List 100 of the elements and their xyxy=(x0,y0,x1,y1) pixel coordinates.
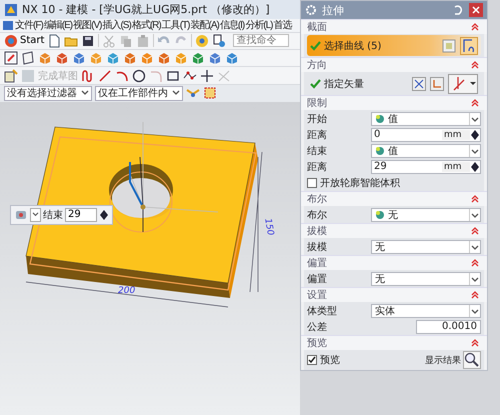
menu-item[interactable]: 装配(A) xyxy=(190,19,219,32)
field-label: 偏置 xyxy=(307,272,328,286)
solid-feature-icon[interactable] xyxy=(208,51,222,66)
dropdown[interactable]: 值 xyxy=(371,144,481,158)
section-header[interactable]: 布尔 xyxy=(301,191,487,206)
solid-feature-icon[interactable] xyxy=(72,51,86,66)
field-label: 体类型 xyxy=(307,304,338,318)
section-header[interactable]: 方向 xyxy=(301,57,487,72)
chevron-down-icon xyxy=(469,240,480,252)
settings-icon[interactable] xyxy=(305,4,317,16)
section-title: 拔模 xyxy=(307,224,327,238)
menu-item[interactable]: 工具(T) xyxy=(162,19,190,32)
chevron-down-icon xyxy=(81,90,89,96)
collapse-icon[interactable] xyxy=(471,61,479,69)
dropdown[interactable]: 实体 xyxy=(371,304,481,318)
section-title: 偏置 xyxy=(307,256,327,270)
menu-item[interactable]: 插入(S) xyxy=(102,19,131,32)
reset-icon[interactable] xyxy=(452,4,464,16)
chevron-down-icon xyxy=(469,272,480,284)
close-button[interactable] xyxy=(469,3,483,17)
section-header[interactable]: 偏置 xyxy=(301,255,487,270)
check-icon xyxy=(310,40,321,50)
solid-feature-icon[interactable] xyxy=(55,51,69,66)
vector-dropdown-icon[interactable] xyxy=(448,74,478,94)
dimension-label[interactable]: 150 xyxy=(262,218,275,236)
rectangle-icon[interactable] xyxy=(166,68,180,83)
option-icon xyxy=(375,114,385,124)
search-field[interactable]: 查找命令 xyxy=(233,34,290,48)
sketch-icon[interactable] xyxy=(4,68,18,83)
vector-icon[interactable] xyxy=(412,76,426,90)
menu-item[interactable]: 首选 xyxy=(274,19,292,32)
menu-item[interactable]: 编辑(E) xyxy=(44,19,72,32)
distance-field[interactable]: 0 mm xyxy=(371,128,481,142)
search-icon xyxy=(464,352,480,368)
curve-select-icon[interactable] xyxy=(460,36,478,54)
profile-icon[interactable] xyxy=(81,68,95,83)
section-header[interactable]: 限制 xyxy=(301,95,487,110)
spinner-icon[interactable] xyxy=(99,208,109,222)
reverse-direction-icon[interactable] xyxy=(430,76,444,90)
solid-feature-icon[interactable] xyxy=(225,51,239,66)
sketch-icon[interactable] xyxy=(4,51,18,66)
datum-plane-icon[interactable] xyxy=(21,51,35,66)
field-label: 拔模 xyxy=(307,240,328,254)
menu-item[interactable]: 视图(V) xyxy=(73,19,102,32)
check-icon xyxy=(310,78,321,88)
chevron-down-icon xyxy=(469,144,480,156)
collapse-icon[interactable] xyxy=(471,339,479,347)
menu-item[interactable]: 文件(F) xyxy=(15,19,43,32)
filter-dropdown[interactable]: 仅在工作部件内 xyxy=(95,86,183,101)
section-header[interactable]: 截面 xyxy=(301,19,487,34)
checkbox[interactable]: 开放轮廓智能体积 xyxy=(307,176,400,190)
section-title: 布尔 xyxy=(307,193,327,206)
collapse-icon[interactable] xyxy=(471,291,479,299)
section-header[interactable]: 拔模 xyxy=(301,223,487,238)
checkbox[interactable]: 预览 xyxy=(307,353,340,367)
option-icon xyxy=(375,210,385,220)
collapse-icon[interactable] xyxy=(471,99,479,107)
distance-field[interactable]: 29 mm xyxy=(371,160,481,174)
plus-icon[interactable] xyxy=(200,68,214,83)
dropdown-button[interactable] xyxy=(30,208,41,222)
start-button[interactable]: Start xyxy=(4,34,44,48)
collapse-icon[interactable] xyxy=(471,195,479,203)
show-result-button[interactable] xyxy=(463,351,481,369)
menu-item[interactable]: 信息(I) xyxy=(220,19,244,32)
selection-label: 选择曲线 (5) xyxy=(324,40,382,52)
section-header[interactable]: 设置 xyxy=(301,287,487,302)
section-header[interactable]: 预览 xyxy=(301,335,487,350)
dimension-label[interactable]: 200 xyxy=(118,286,136,296)
chevron-down-icon xyxy=(469,304,480,316)
selection-row[interactable]: 选择曲线 (5) xyxy=(307,35,481,56)
chevron-down-icon xyxy=(469,112,480,124)
field-label: 开始 xyxy=(307,112,328,126)
collapse-icon[interactable] xyxy=(471,259,479,267)
paste-icon[interactable] xyxy=(136,34,150,48)
field-label: 结束 xyxy=(43,208,63,222)
collapse-icon[interactable] xyxy=(471,227,479,235)
tolerance-field[interactable]: 0.0010 xyxy=(416,320,481,334)
circle-icon[interactable] xyxy=(132,68,146,83)
dropdown[interactable]: 无 xyxy=(371,240,481,254)
field-label: 布尔 xyxy=(307,208,328,222)
chevron-down-icon xyxy=(469,208,480,220)
distance-input[interactable]: 29 xyxy=(65,208,97,222)
menu-item[interactable]: 格式(R) xyxy=(132,19,161,32)
line-icon[interactable] xyxy=(98,68,112,83)
dropdown[interactable]: 无 xyxy=(371,208,481,222)
selection-label: 指定矢量 xyxy=(324,78,365,90)
arc-icon[interactable] xyxy=(115,68,129,83)
dropdown[interactable]: 无 xyxy=(371,272,481,286)
start-logo-icon xyxy=(4,34,18,48)
section-title: 预览 xyxy=(307,337,327,350)
collapse-icon[interactable] xyxy=(471,23,479,31)
show-result-label: 显示结果 xyxy=(425,354,461,366)
field-label: 公差 xyxy=(307,320,328,334)
filter-dropdown[interactable]: 没有选择过滤器 xyxy=(4,86,92,101)
menu-item[interactable]: 分析(L) xyxy=(245,19,273,32)
select-box-icon[interactable] xyxy=(203,86,217,100)
dropdown[interactable]: 值 xyxy=(371,112,481,126)
solid-feature-icon[interactable] xyxy=(106,51,120,66)
save-icon[interactable] xyxy=(81,34,96,48)
check-icon xyxy=(308,356,316,364)
